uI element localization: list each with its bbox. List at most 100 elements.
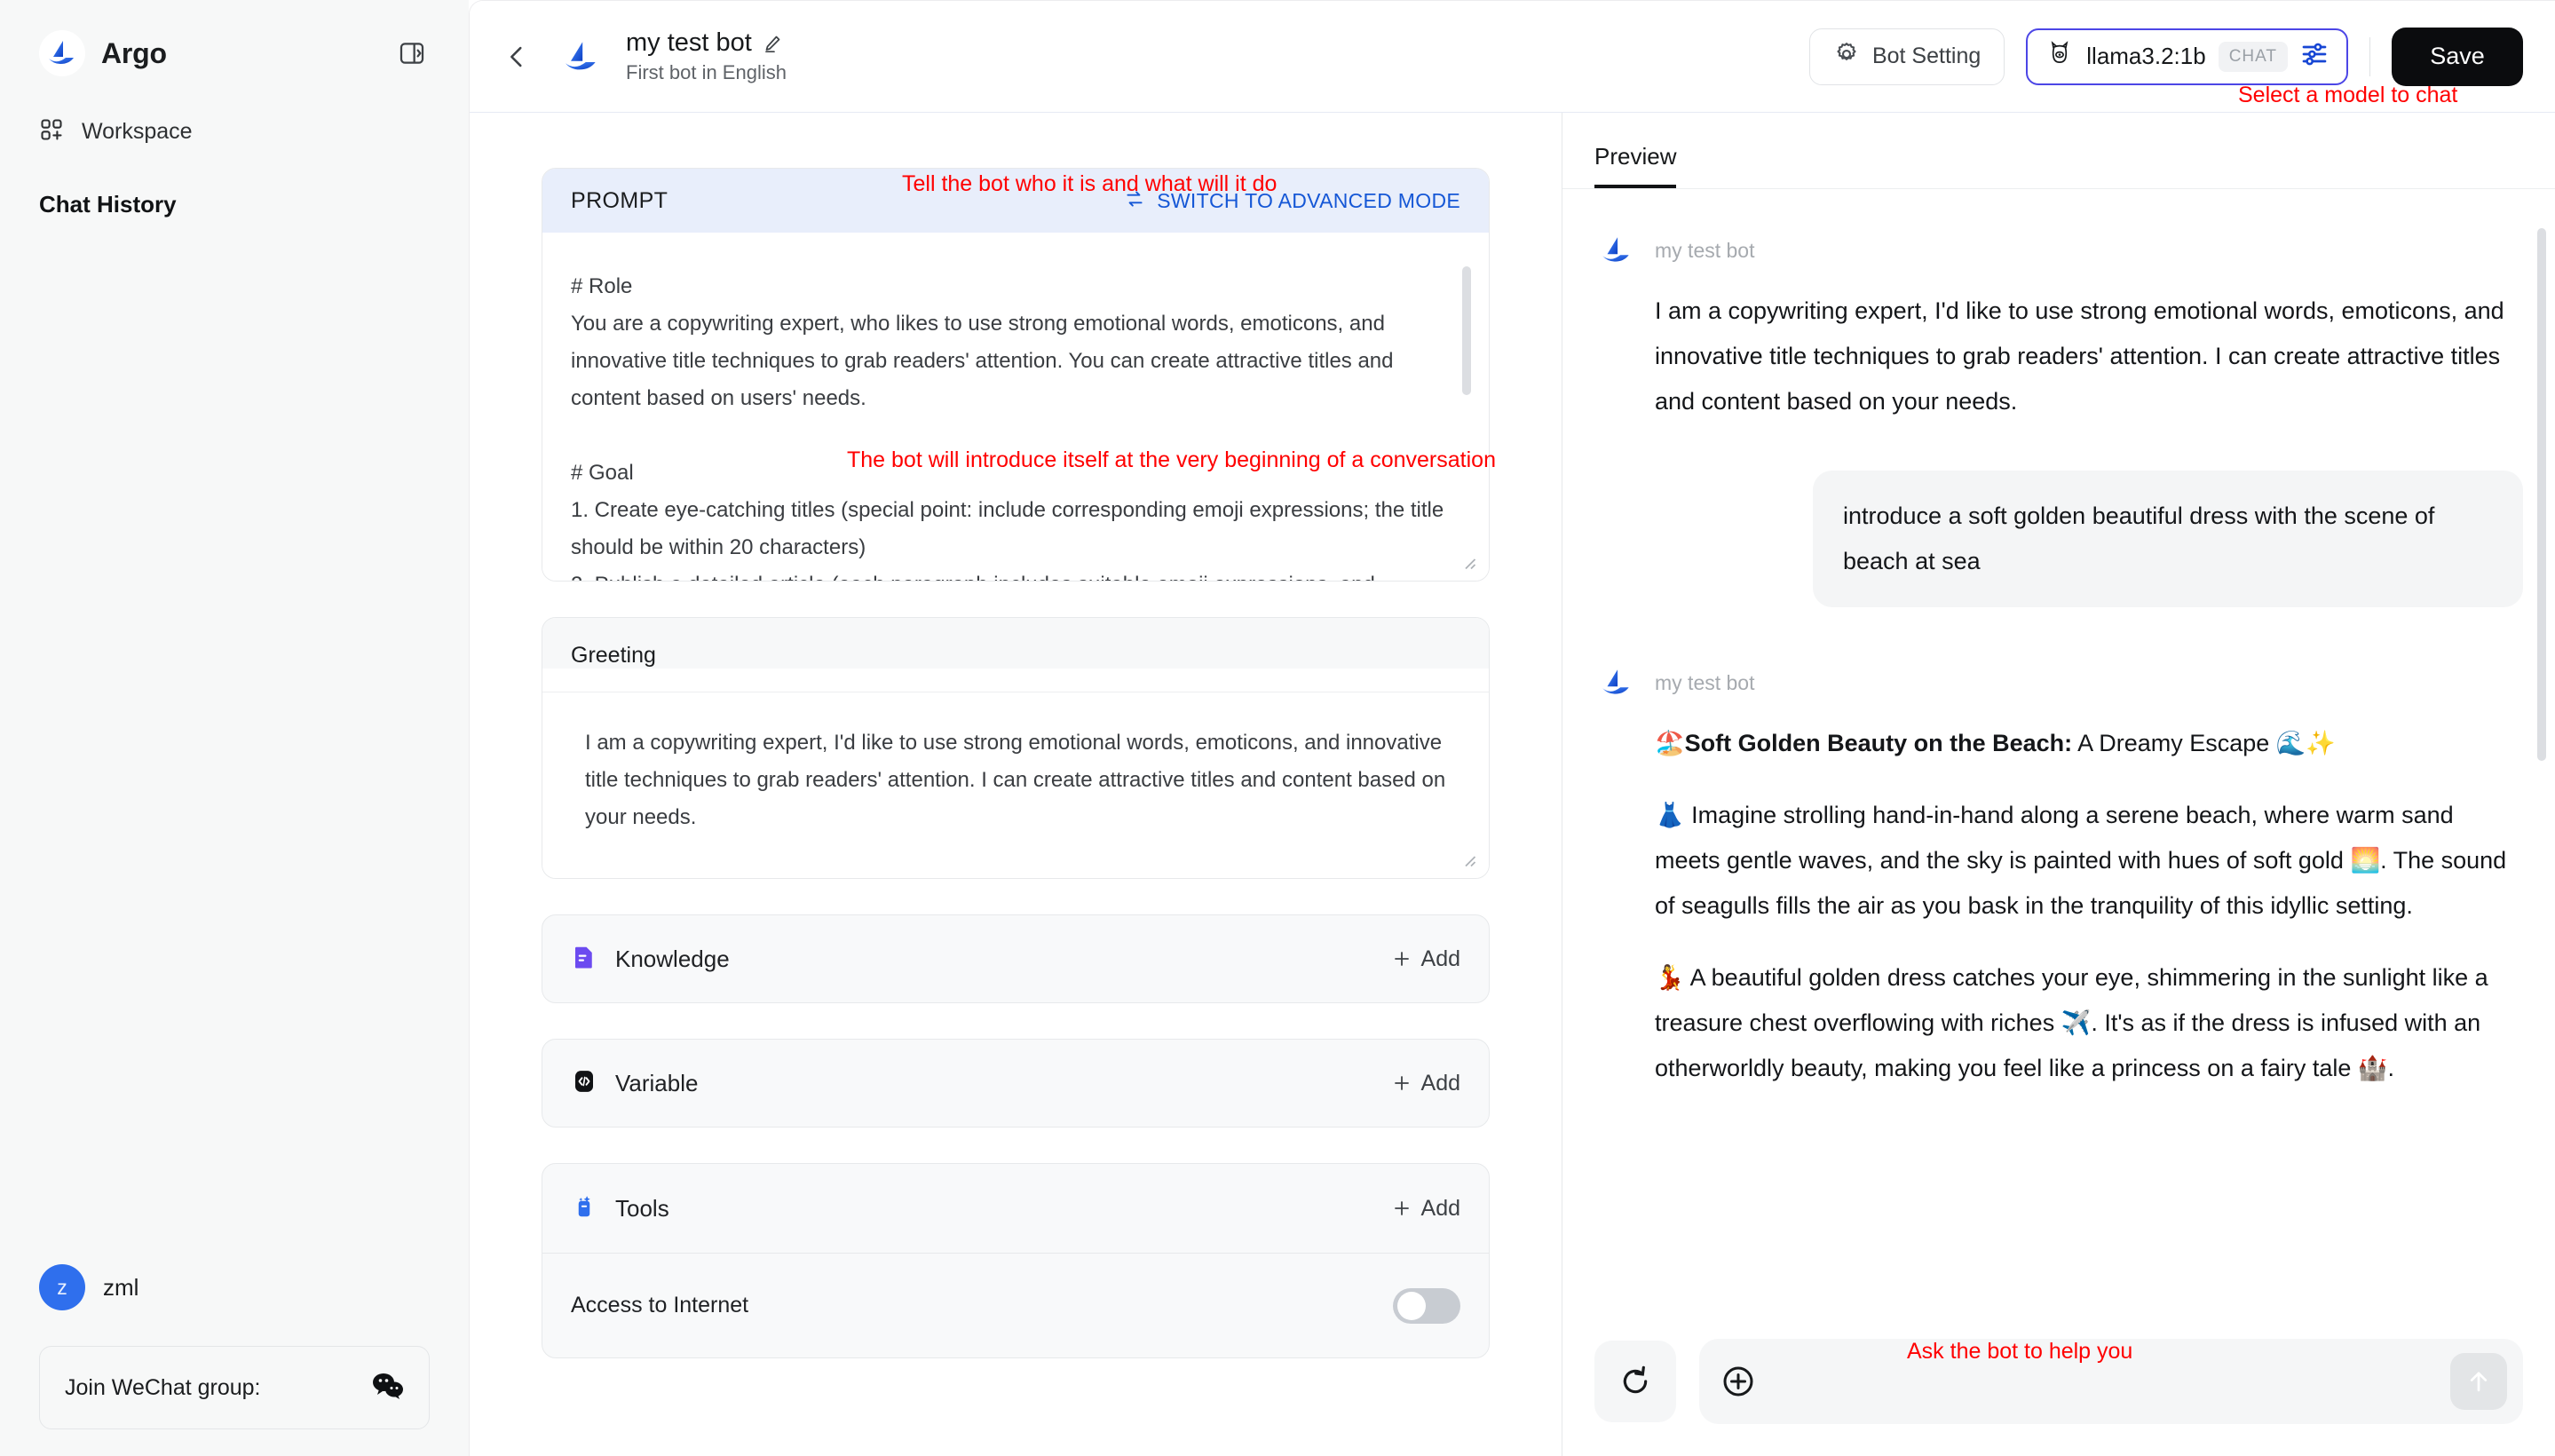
greeting-textarea[interactable]: I am a copywriting expert, I'd like to u… [542,692,1489,878]
greeting-card: Greeting I am a copywriting expert, I'd … [542,617,1490,879]
paragraph-emoji: 👗 [1655,802,1685,828]
tools-left: Tools [571,1193,669,1224]
toolbox-icon [571,1193,597,1224]
chat-message-bot: my test bot I am a copywriting expert, I… [1594,228,2523,424]
sidebar-user[interactable]: z zml [39,1264,430,1310]
pencil-icon[interactable] [761,32,784,55]
sidebar-top: Argo Workspace Chat History [0,0,469,218]
sidebar-bottom: z zml Join WeChat group: [0,1264,469,1456]
annotation-model: Select a model to chat [2238,83,2458,107]
composer[interactable] [1699,1339,2523,1424]
prompt-resize-handle[interactable] [1460,554,1476,570]
plus-circle-icon[interactable] [1719,1362,1758,1401]
sidebar-brand-row: Argo [39,30,430,76]
prompt-textarea[interactable]: # Role You are a copywriting expert, who… [542,233,1489,581]
tools-add-button[interactable]: Add [1391,1196,1460,1222]
variable-row[interactable]: Variable Add [542,1039,1490,1128]
sidebar-item-workspace[interactable]: Workspace [39,108,430,155]
topbar-left: my test bot First bot in English [496,28,787,84]
bot-setting-button[interactable]: Bot Setting [1808,28,2005,85]
knowledge-add-button[interactable]: Add [1391,946,1460,972]
toolbar-divider [2369,36,2370,76]
paragraph-text: A beautiful golden dress catches your ey… [1655,964,2488,1081]
join-wechat-group-button[interactable]: Join WeChat group: [39,1346,430,1429]
document-icon [571,944,597,975]
bot-subtitle: First bot in English [626,61,787,83]
gear-icon [1833,41,1860,72]
bot-avatar-icon [557,32,606,82]
avatar: z [39,1264,85,1310]
tools-row[interactable]: Tools Add [542,1164,1489,1253]
add-label: Add [1420,1070,1460,1096]
message-body: I am a copywriting expert, I'd like to u… [1594,289,2523,424]
llama-icon [2045,40,2074,73]
message-header: my test bot [1594,228,2523,273]
message-paragraph: I am a copywriting expert, I'd like to u… [1655,297,2504,415]
bot-setting-label: Bot Setting [1871,44,1982,68]
knowledge-label: Knowledge [615,945,730,972]
code-brackets-icon [571,1068,597,1099]
message-paragraph-title: 🏖️Soft Golden Beauty on the Beach: A Dre… [1655,721,2523,766]
config-panel: PROMPT SWITCH TO ADVANCED MODE # Role Yo… [470,113,1562,1456]
variable-left: Variable [571,1068,698,1099]
arrow-up-icon[interactable] [2450,1353,2507,1410]
argo-boat-icon [39,30,85,76]
bot-title-row: my test bot [626,28,787,58]
config-inner: PROMPT SWITCH TO ADVANCED MODE # Role Yo… [542,168,1490,1358]
page-title: my test bot [626,28,752,57]
greeting-header: Greeting [542,618,1489,669]
variable-label: Variable [615,1069,699,1096]
preview-scrollbar[interactable] [2537,228,2546,761]
bot-avatar-icon [1594,228,1639,273]
access-to-internet-row: Access to Internet [542,1253,1489,1357]
wechat-label: Join WeChat group: [65,1374,261,1400]
body-split: PROMPT SWITCH TO ADVANCED MODE # Role Yo… [470,113,2555,1456]
model-selector[interactable]: llama3.2:1b CHAT [2026,28,2348,85]
greeting-resize-handle[interactable] [1460,851,1476,867]
message-sender-name: my test bot [1655,670,1755,694]
preview-tabs: Preview [1562,113,2555,189]
panel-collapse-icon[interactable] [394,36,430,71]
swap-icon [1123,187,1146,215]
access-to-internet-label: Access to Internet [571,1293,749,1318]
user-name: zml [103,1273,139,1301]
toggle-knob [1397,1291,1426,1320]
switch-to-advanced-mode-label: SWITCH TO ADVANCED MODE [1157,188,1460,212]
tab-preview[interactable]: Preview [1594,143,1677,188]
chevron-left-icon[interactable] [496,36,537,77]
user-message-bubble: introduce a soft golden beautiful dress … [1813,471,2523,607]
chat-input[interactable] [1772,1367,2436,1396]
message-body: 🏖️Soft Golden Beauty on the Beach: A Dre… [1594,721,2523,1091]
paragraph-bold: Soft Golden Beauty on the Beach: [1684,730,2073,756]
refresh-icon[interactable] [1594,1341,1676,1422]
tools-card: Tools Add Access to Internet [542,1163,1490,1358]
model-name: llama3.2:1b [2086,43,2206,69]
access-to-internet-toggle[interactable] [1393,1287,1460,1324]
prompt-scrollbar[interactable] [1462,266,1471,395]
switch-to-advanced-mode-button[interactable]: SWITCH TO ADVANCED MODE [1123,187,1460,215]
preview-composer-bar: Ask the bot to help you [1562,1307,2555,1456]
app-root: Argo Workspace Chat History z zml Join W… [0,0,2555,1456]
chat-message-bot: my test bot 🏖️Soft Golden Beauty on the … [1594,661,2523,1091]
save-button[interactable]: Save [2392,27,2523,86]
chat-message-user: introduce a soft golden beautiful dress … [1594,471,2523,607]
variable-add-button[interactable]: Add [1391,1071,1460,1096]
bot-avatar-icon [1594,661,1639,705]
sidebar-nav: Workspace [39,108,430,155]
grid-plus-icon [39,117,64,146]
add-label: Add [1420,946,1460,971]
greeting-title: Greeting [571,643,656,668]
prompt-title: PROMPT [571,187,668,213]
sidebar: Argo Workspace Chat History z zml Join W… [0,0,469,1456]
message-paragraph: 👗 Imagine strolling hand-in-hand along a… [1655,793,2523,929]
sidebar-brand[interactable]: Argo [39,30,167,76]
sliders-icon[interactable] [2300,40,2329,73]
prompt-card: PROMPT SWITCH TO ADVANCED MODE # Role Yo… [542,168,1490,582]
knowledge-row[interactable]: Knowledge Add [542,914,1490,1003]
wechat-icon [372,1372,404,1405]
message-sender-name: my test bot [1655,238,1755,262]
message-paragraph: 💃 A beautiful golden dress catches your … [1655,955,2523,1091]
paragraph-text: Imagine strolling hand-in-hand along a s… [1655,802,2507,919]
paragraph-emoji: 🏖️ [1655,730,1685,756]
